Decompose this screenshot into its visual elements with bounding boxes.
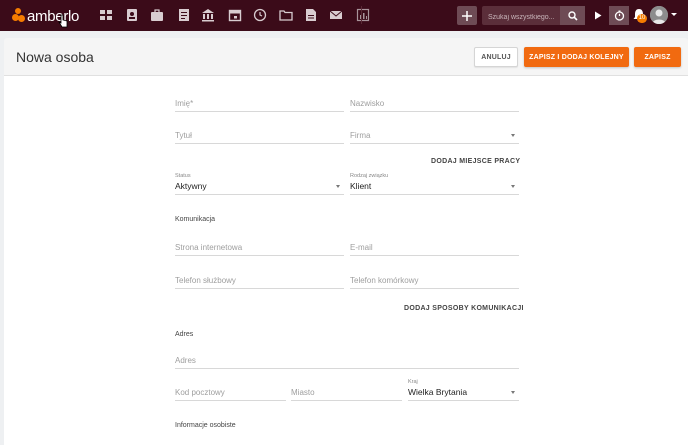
logo-mark-icon <box>12 8 25 24</box>
work-phone-placeholder: Telefon służbowy <box>175 276 236 285</box>
time-money-icon[interactable] <box>253 8 267 22</box>
email-placeholder: E-mail <box>350 243 373 252</box>
website-placeholder: Strona internetowa <box>175 243 243 252</box>
add-new-button[interactable] <box>457 6 477 25</box>
address-placeholder: Adres <box>175 356 196 365</box>
notification-count-badge: 10 <box>637 14 647 23</box>
title-placeholder: Tytuł <box>175 131 192 140</box>
last-name-placeholder: Nazwisko <box>350 99 385 108</box>
last-name-field[interactable]: Nazwisko <box>350 90 519 112</box>
report-icon[interactable] <box>356 8 370 22</box>
country-label: Kraj <box>408 379 418 385</box>
mail-icon[interactable] <box>329 8 343 22</box>
save-and-add-another-button[interactable]: ZAPISZ I DODAJ KOLEJNY <box>524 47 629 67</box>
dashboard-icon[interactable] <box>99 8 113 22</box>
company-placeholder: Firma <box>350 131 371 140</box>
page-title: Nowa osoba <box>16 49 94 65</box>
email-field[interactable]: E-mail <box>350 234 519 256</box>
top-navigation-bar: amberlo Szukaj wszystkiego... 10 <box>0 0 688 31</box>
timer-button[interactable] <box>609 6 629 25</box>
search-icon <box>567 10 578 21</box>
mobile-phone-placeholder: Telefon komórkowy <box>350 276 419 285</box>
country-select[interactable]: Kraj Wielka Brytania <box>408 379 519 401</box>
page-header: Nowa osoba ANULUJ ZAPISZ I DODAJ KOLEJNY… <box>4 38 688 76</box>
play-icon <box>595 11 602 20</box>
work-phone-field[interactable]: Telefon służbowy <box>175 267 344 289</box>
chevron-down-icon <box>336 185 340 188</box>
city-placeholder: Miasto <box>291 388 315 397</box>
relation-type-select[interactable]: Rodzaj związku Klient <box>350 173 519 195</box>
add-workplace-button[interactable]: DODAJ MIEJSCE PRACY <box>431 158 520 165</box>
relation-type-value: Klient <box>350 181 372 191</box>
folder-icon[interactable] <box>279 8 293 22</box>
chevron-down-icon <box>511 134 515 137</box>
calendar-icon[interactable] <box>228 8 242 22</box>
city-field[interactable]: Miasto <box>291 379 402 401</box>
country-value: Wielka Brytania <box>408 387 468 397</box>
first-name-field[interactable]: Imię* <box>175 90 344 112</box>
address-field[interactable]: Adres <box>175 347 519 369</box>
status-select[interactable]: Status Aktywny <box>175 173 344 195</box>
mobile-phone-field[interactable]: Telefon komórkowy <box>350 267 519 289</box>
website-field[interactable]: Strona internetowa <box>175 234 344 256</box>
logo-text: amberlo <box>27 7 80 25</box>
address-heading: Adres <box>175 331 194 338</box>
company-select[interactable]: Firma <box>350 122 519 144</box>
status-value: Aktywny <box>175 181 207 191</box>
file-icon[interactable] <box>304 8 318 22</box>
chevron-down-icon <box>511 391 515 394</box>
mouse-cursor-icon <box>58 14 68 28</box>
personal-info-heading: Informacje osobiste <box>175 422 236 429</box>
contacts-icon[interactable] <box>125 8 139 22</box>
stopwatch-icon <box>614 10 624 21</box>
user-photo-icon <box>650 6 668 24</box>
chevron-down-icon <box>511 185 515 188</box>
postal-code-field[interactable]: Kod pocztowy <box>175 379 286 401</box>
user-menu-caret-icon[interactable] <box>671 13 677 16</box>
add-communication-methods-button[interactable]: DODAJ SPOSOBY KOMUNIKACJI <box>404 305 524 312</box>
status-label: Status <box>175 173 191 179</box>
plus-icon <box>462 10 472 21</box>
document-icon[interactable] <box>177 8 191 22</box>
title-field[interactable]: Tytuł <box>175 122 344 144</box>
cancel-button[interactable]: ANULUJ <box>474 47 518 67</box>
save-button[interactable]: ZAPISZ <box>634 47 681 67</box>
user-avatar[interactable] <box>650 6 668 24</box>
app-logo[interactable]: amberlo <box>12 6 79 26</box>
bank-icon[interactable] <box>201 8 215 22</box>
briefcase-icon[interactable] <box>150 8 164 22</box>
search-button[interactable] <box>560 6 585 25</box>
start-timer-button[interactable] <box>588 6 608 25</box>
first-name-placeholder: Imię* <box>175 99 194 108</box>
communication-heading: Komunikacja <box>175 216 216 223</box>
relation-type-label: Rodzaj związku <box>350 173 389 179</box>
new-person-form: Imię* Nazwisko Tytuł Firma DODAJ MIEJSCE… <box>4 76 688 445</box>
postal-code-placeholder: Kod pocztowy <box>175 388 225 397</box>
nav-divider <box>361 6 362 24</box>
